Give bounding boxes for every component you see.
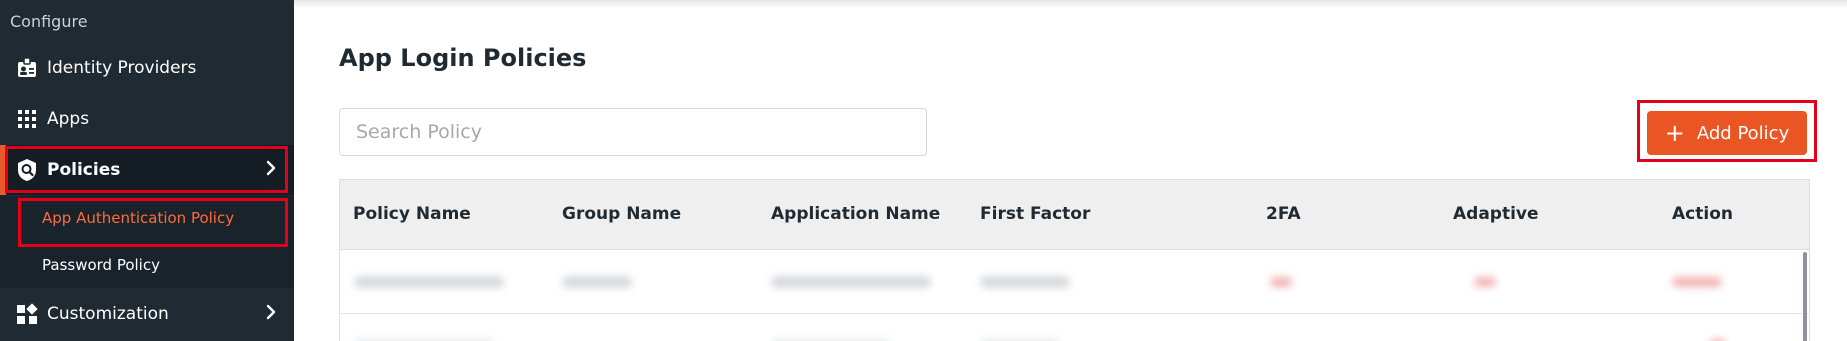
column-header-action[interactable]: Action xyxy=(1672,204,1733,224)
column-header-2fa[interactable]: 2FA xyxy=(1266,204,1301,224)
top-shadow xyxy=(294,0,1847,8)
page-title: App Login Policies xyxy=(339,44,587,72)
column-header-application-name[interactable]: Application Name xyxy=(771,204,940,224)
widgets-icon xyxy=(13,300,41,328)
sidebar-item-label: Customization xyxy=(47,304,169,324)
highlight-box-app-authentication-policy xyxy=(18,198,288,247)
sidebar-item-label: Apps xyxy=(47,109,90,129)
submenu-item-password-policy[interactable]: Password Policy xyxy=(42,256,160,274)
policies-table: Policy Name Group Name Application Name … xyxy=(339,179,1810,341)
table-row[interactable] xyxy=(340,315,1809,341)
sidebar: Configure Identity Providers Apps Polici… xyxy=(0,0,294,341)
id-badge-icon xyxy=(13,54,41,82)
redacted-status xyxy=(1270,277,1292,287)
redacted-actions xyxy=(1672,277,1722,287)
sidebar-item-customization[interactable]: Customization xyxy=(0,289,294,339)
search-input[interactable] xyxy=(339,108,927,156)
redacted-cell xyxy=(354,276,504,288)
redacted-cell xyxy=(562,276,632,288)
section-label-configure: Configure xyxy=(10,12,88,31)
table-header: Policy Name Group Name Application Name … xyxy=(340,180,1809,250)
chevron-right-icon xyxy=(266,304,276,324)
table-row[interactable] xyxy=(340,250,1809,314)
column-header-group-name[interactable]: Group Name xyxy=(562,204,681,224)
column-header-policy-name[interactable]: Policy Name xyxy=(353,204,471,224)
sidebar-item-apps[interactable]: Apps xyxy=(0,94,294,144)
add-policy-label: Add Policy xyxy=(1696,122,1790,144)
redacted-cell xyxy=(980,276,1070,288)
column-header-first-factor[interactable]: First Factor xyxy=(980,204,1090,224)
sidebar-item-label: Identity Providers xyxy=(47,58,197,78)
redacted-status xyxy=(1474,277,1496,287)
redacted-cell xyxy=(771,276,931,288)
vertical-scrollbar[interactable] xyxy=(1803,252,1807,341)
sidebar-item-identity-providers[interactable]: Identity Providers xyxy=(0,43,294,93)
grid-icon xyxy=(13,105,41,133)
add-policy-button[interactable]: + Add Policy xyxy=(1647,111,1807,155)
plus-icon: + xyxy=(1664,119,1685,147)
highlight-box-policies xyxy=(5,146,288,193)
column-header-adaptive[interactable]: Adaptive xyxy=(1453,204,1539,224)
